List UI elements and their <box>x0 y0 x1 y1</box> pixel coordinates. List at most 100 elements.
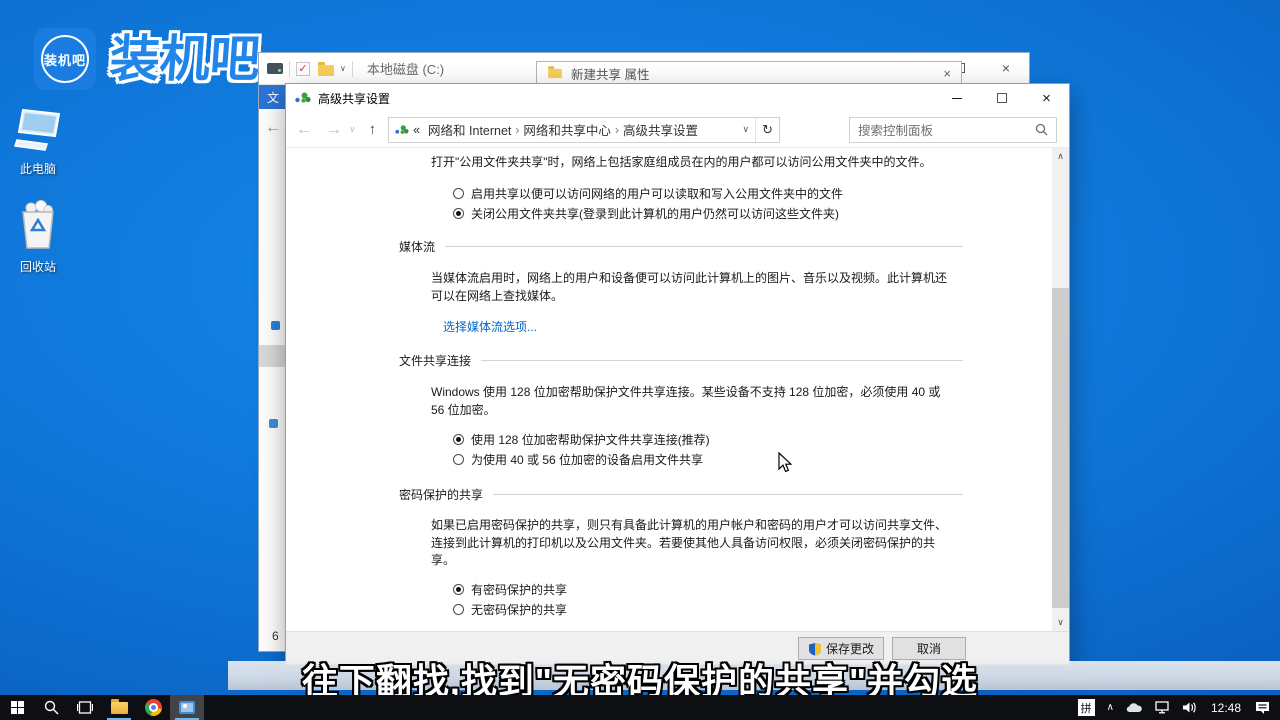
radio-icon[interactable] <box>453 188 464 199</box>
refresh-icon[interactable]: ↻ <box>755 118 779 142</box>
windows-logo-icon <box>11 701 24 714</box>
desktop: 装机吧 装机吧 此电脑 回收站 ✓ ∨ 本地磁盘 (C:) <box>0 0 1280 720</box>
address-dropdown-icon[interactable]: ∨ <box>737 124 756 135</box>
up-icon[interactable]: ↑ <box>369 121 377 138</box>
computer-icon <box>13 106 63 154</box>
radio-password-sharing-on[interactable]: 有密码保护的共享 <box>453 581 567 598</box>
explorer-back-icon[interactable]: ← <box>265 119 281 137</box>
search-button[interactable] <box>34 695 68 720</box>
address-bar-right: ∨ ↻ <box>737 118 780 142</box>
advanced-sharing-window[interactable]: 高级共享设置 × ← → ∨ ↑ « 网络和 Internet <box>285 83 1070 665</box>
radio-icon[interactable] <box>453 584 464 595</box>
clock[interactable]: 12:48 <box>1205 701 1247 715</box>
taskbar-chrome[interactable] <box>136 695 170 720</box>
section-divider <box>445 246 963 247</box>
breadcrumb-network-center[interactable]: 网络和共享中心 <box>523 120 611 139</box>
properties-check-icon[interactable]: ✓ <box>296 62 310 76</box>
navigation-bar: ← → ∨ ↑ « 网络和 Internet › 网络和共享中心 › 高级共享设… <box>286 112 1069 148</box>
network-sharing-icon <box>295 91 311 105</box>
history-chevron-icon[interactable]: ∨ <box>349 124 356 135</box>
file-explorer-icon <box>111 702 128 714</box>
section-title: 文件共享连接 <box>399 352 471 369</box>
desktop-icon-recycle-bin[interactable]: 回收站 <box>0 200 76 275</box>
recycle-bin-icon <box>15 200 61 252</box>
task-view-button[interactable] <box>68 695 102 720</box>
volume-icon[interactable] <box>1178 695 1201 720</box>
start-button[interactable] <box>0 695 34 720</box>
scroll-down-icon[interactable]: ∨ <box>1052 614 1069 631</box>
search-placeholder: 搜索控制面板 <box>858 120 1035 139</box>
radio-password-sharing-off[interactable]: 无密码保护的共享 <box>453 601 567 618</box>
section-media-streaming: 媒体流 <box>399 238 963 255</box>
onedrive-icon[interactable] <box>1122 695 1147 720</box>
radio-label: 启用共享以便可以访问网络的用户可以读取和写入公用文件夹中的文件 <box>471 185 843 202</box>
radio-icon[interactable] <box>453 434 464 445</box>
section-file-sharing: 文件共享连接 <box>399 352 963 369</box>
maximize-button[interactable] <box>979 84 1024 112</box>
radio-label: 关闭公用文件夹共享(登录到此计算机的用户仍然可以访问这些文件夹) <box>471 205 839 222</box>
radio-public-sharing-off[interactable]: 关闭公用文件夹共享(登录到此计算机的用户仍然可以访问这些文件夹) <box>453 205 839 222</box>
desktop-icon-label: 此电脑 <box>0 160 76 177</box>
close-button[interactable]: × <box>983 53 1029 83</box>
taskbar-left <box>0 695 204 720</box>
media-streaming-text: 当媒体流启用时，网络上的用户和设备便可以访问此计算机上的图片、音乐以及视频。此计… <box>431 270 949 305</box>
section-title: 密码保护的共享 <box>399 486 483 503</box>
watermark-logo: 装机吧 装机吧 <box>34 28 260 90</box>
minimize-button[interactable] <box>934 84 979 112</box>
forward-icon[interactable]: → <box>326 121 342 139</box>
radio-icon[interactable] <box>453 604 464 615</box>
new-folder-icon[interactable] <box>318 65 334 76</box>
titlebar[interactable]: 高级共享设置 × <box>286 84 1069 112</box>
search-input[interactable]: 搜索控制面板 <box>849 117 1057 143</box>
breadcrumb-prefix: « <box>413 123 420 137</box>
scroll-up-icon[interactable]: ∧ <box>1052 148 1069 165</box>
tray-expand-icon[interactable]: ∧ <box>1103 695 1118 720</box>
breadcrumb-advanced-sharing[interactable]: 高级共享设置 <box>623 120 698 139</box>
chrome-icon <box>145 699 162 716</box>
public-folder-intro: 打开"公用文件夹共享"时，网络上包括家庭组成员在内的用户都可以访问公用文件夹中的… <box>431 154 949 172</box>
search-icon <box>44 700 59 715</box>
maximize-icon <box>997 93 1007 103</box>
explorer-nav-item-icon <box>271 321 280 330</box>
minimize-icon <box>952 98 962 99</box>
taskbar-active-app[interactable] <box>170 695 204 720</box>
radio-40-56bit-encryption[interactable]: 为使用 40 或 56 位加密的设备启用文件共享 <box>453 451 703 468</box>
scrollbar[interactable]: ∧ ∨ <box>1052 148 1069 631</box>
dialog-title: 新建共享 属性 <box>571 64 943 83</box>
explorer-nav-item-icon <box>269 419 278 428</box>
share-properties-dialog[interactable]: 新建共享 属性 × <box>536 61 962 85</box>
toolbar-divider <box>289 61 290 77</box>
action-center-icon[interactable] <box>1251 695 1274 720</box>
desktop-icon-this-pc[interactable]: 此电脑 <box>0 106 76 177</box>
radio-icon[interactable] <box>453 454 464 465</box>
section-password-protected: 密码保护的共享 <box>399 486 963 503</box>
explorer-selected-nav-item[interactable] <box>259 345 285 367</box>
back-icon[interactable]: ← <box>296 121 312 139</box>
address-location-icon <box>395 124 409 136</box>
radio-128bit-encryption[interactable]: 使用 128 位加密帮助保护文件共享连接(推荐) <box>453 431 710 448</box>
media-streaming-options-link[interactable]: 选择媒体流选项... <box>443 318 537 335</box>
explorer-file-tab[interactable]: 文 <box>259 85 286 109</box>
address-bar[interactable]: « 网络和 Internet › 网络和共享中心 › 高级共享设置 ∨ ↻ <box>388 117 780 143</box>
scrollbar-thumb[interactable] <box>1052 288 1069 608</box>
radio-icon[interactable] <box>453 208 464 219</box>
file-sharing-text: Windows 使用 128 位加密帮助保护文件共享连接。某些设备不支持 128… <box>431 384 949 419</box>
radio-public-sharing-on[interactable]: 启用共享以便可以访问网络的用户可以读取和写入公用文件夹中的文件 <box>453 185 843 202</box>
ime-label: 拼 <box>1078 699 1095 716</box>
system-tray: 拼 ∧ 12:48 <box>1074 695 1280 720</box>
quick-access-chevron-icon[interactable]: ∨ <box>340 64 346 73</box>
ime-indicator[interactable]: 拼 <box>1074 695 1099 720</box>
dialog-close-icon[interactable]: × <box>943 66 951 81</box>
close-button[interactable]: × <box>1024 84 1069 112</box>
taskbar-file-explorer[interactable] <box>102 695 136 720</box>
section-divider <box>493 494 963 495</box>
taskbar: 拼 ∧ 12:48 <box>0 695 1280 720</box>
folder-icon <box>548 68 562 77</box>
watermark-badge-icon: 装机吧 <box>34 28 96 90</box>
network-icon[interactable] <box>1151 695 1174 720</box>
task-view-icon <box>77 701 93 714</box>
breadcrumb-network-internet[interactable]: 网络和 Internet <box>428 120 511 139</box>
radio-label: 使用 128 位加密帮助保护文件共享连接(推荐) <box>471 431 710 448</box>
watermark-text: 装机吧 <box>108 28 262 90</box>
window-controls: × <box>934 84 1069 112</box>
